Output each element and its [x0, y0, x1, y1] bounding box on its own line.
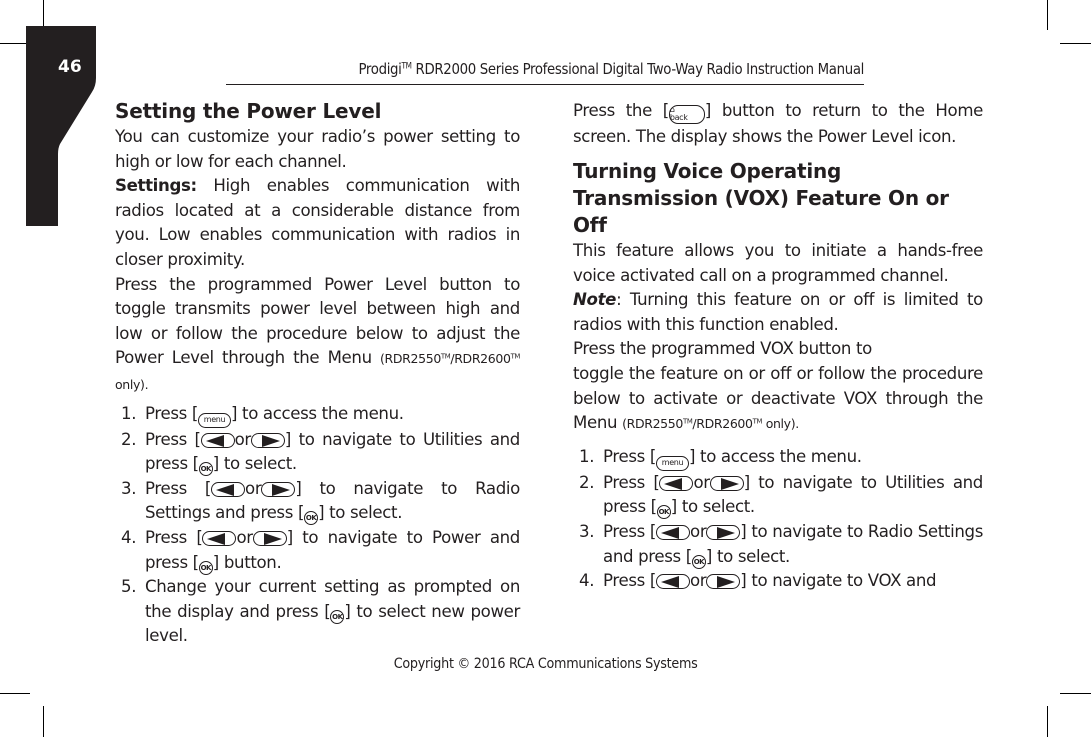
section-heading-vox: Turning Voice Operating Transmission (VO… — [573, 159, 949, 237]
page-number: 46 — [58, 57, 82, 77]
manual-title: RDR2000 Series Professional Digital Two-… — [411, 60, 865, 78]
right-arrow-key-icon — [261, 481, 296, 497]
left-arrow-key-icon — [200, 432, 235, 448]
step-item: 2. Press [or] to navigate to Utilities an… — [115, 428, 520, 477]
ok-key-icon: OK — [304, 511, 319, 526]
settings-label: Settings: — [115, 176, 197, 196]
return-home-text: Press the [⌂ back] button to return to th… — [573, 101, 983, 146]
power-settings: Settings: High enables communication wit… — [115, 174, 520, 272]
step-item: 3. Press [or] to navigate to Radio Settin… — [573, 520, 983, 569]
crop-mark — [0, 693, 30, 694]
menu-key-icon: menu — [655, 455, 689, 471]
crop-mark — [1060, 43, 1091, 44]
ok-key-icon: OK — [198, 462, 213, 477]
step-item: 4. Press [or] to navigate to Power and pr… — [115, 526, 520, 575]
step-item: 2. Press [or] to navigate to Utilities an… — [573, 471, 983, 520]
right-arrow-key-icon — [709, 475, 744, 491]
left-arrow-key-icon — [655, 574, 690, 590]
crop-mark — [1047, 0, 1048, 30]
step-item: 4. Press [or] to navigate to VOX and — [579, 571, 937, 591]
menu-key-icon: menu — [197, 412, 231, 428]
trademark: TM — [401, 61, 412, 72]
vox-note: Note: Turning this feature on or off is … — [573, 288, 983, 337]
note-text: : Turning this feature on or off is limi… — [573, 290, 983, 334]
ok-key-icon: OK — [330, 609, 345, 624]
left-arrow-key-icon — [202, 530, 237, 546]
vox-press-line: Press the programmed VOX button to — [573, 339, 872, 359]
right-column: Press the [⌂ back] button to return to th… — [573, 98, 983, 594]
back-home-key-icon: ⌂ back — [668, 105, 705, 124]
running-header: ProdigiTM RDR2000 Series Professional Di… — [315, 60, 864, 78]
ok-key-icon: OK — [656, 505, 671, 520]
crop-mark — [1047, 706, 1048, 737]
header-rule — [226, 84, 864, 85]
brand-name: Prodigi — [358, 60, 402, 78]
left-arrow-key-icon — [659, 475, 694, 491]
left-column: Setting the Power Level You can customiz… — [115, 98, 520, 649]
step-item: 3. Press [or] to navigate to Radio Settin… — [115, 477, 520, 526]
step-item: 1. Press [menu] to access the menu. — [573, 445, 983, 471]
power-press-text: Press the programmed Power Level button … — [115, 273, 520, 398]
step-item: 1. Press [menu] to access the menu. — [115, 402, 520, 428]
copyright-footer: Copyright © 2016 RCA Communications Syst… — [393, 656, 698, 672]
ok-key-icon: OK — [198, 560, 213, 575]
power-steps: 1. Press [menu] to access the menu. 2. Pre… — [115, 402, 520, 649]
left-arrow-key-icon — [656, 524, 691, 540]
ok-key-icon: OK — [691, 554, 706, 569]
model-note: (RDR2550TM/RDR2600TM only). — [622, 416, 799, 432]
right-arrow-key-icon — [252, 530, 287, 546]
vox-intro: This feature allows you to initiate a ha… — [573, 241, 983, 285]
crop-mark — [43, 706, 44, 737]
section-heading-power-level: Setting the Power Level — [115, 99, 382, 123]
power-intro: You can customize your radio’s power set… — [115, 127, 520, 171]
right-arrow-key-icon — [706, 574, 741, 590]
right-arrow-key-icon — [706, 524, 741, 540]
note-label: Note — [573, 290, 617, 310]
right-arrow-key-icon — [250, 432, 285, 448]
vox-press-text: toggle the feature on or off or follow t… — [573, 363, 983, 433]
left-arrow-key-icon — [211, 481, 246, 497]
crop-mark — [1060, 693, 1091, 694]
vox-steps: 1. Press [menu] to access the menu. 2. Pre… — [573, 445, 983, 594]
page-tab — [26, 26, 96, 226]
step-item: 5. Change your current setting as prompte… — [121, 577, 520, 646]
